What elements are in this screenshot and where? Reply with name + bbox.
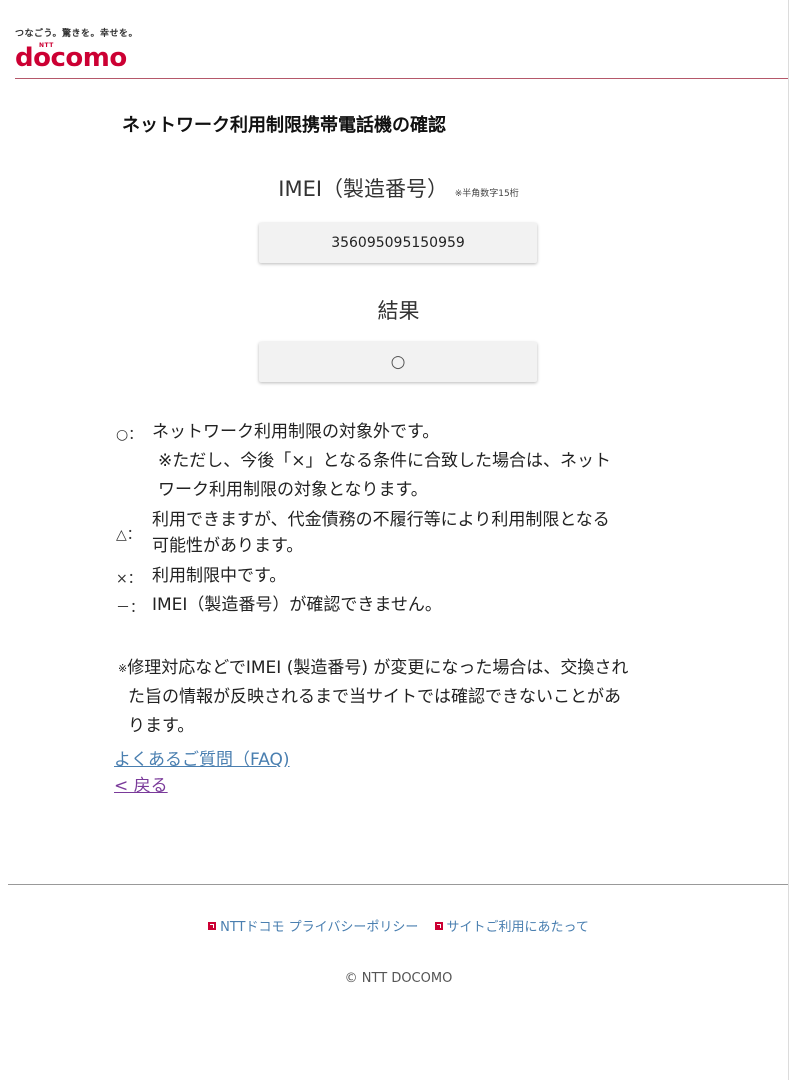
privacy-policy-label: NTTドコモ プライバシーポリシー [220, 920, 419, 935]
legend-ok-line2: ※ただし、今後「×」となる条件に合致した場合は、ネット [158, 451, 611, 471]
copyright: © NTT DOCOMO [344, 971, 453, 986]
imei-label-text: IMEI（製造番号） [278, 177, 449, 201]
footnote-line2: た旨の情報が反映されるまで当サイトでは確認できないことがあ [128, 687, 621, 707]
site-terms-link[interactable]: サイトご利用にあたって [434, 916, 589, 935]
legend-restricted-line1: 利用制限中です。 [152, 566, 287, 586]
footnote-line1: 修理対応などでIMEI (製造番号) が変更になった場合は、交換され [127, 658, 629, 678]
imei-label: IMEI（製造番号） ※半角数字15桁 [0, 173, 797, 203]
result-label: 結果 [377, 299, 420, 323]
legend-warn-line1: 利用できますが、代金債務の不履行等により利用制限となる [152, 510, 610, 530]
arrow-bullet-icon [434, 921, 443, 930]
footer-divider [8, 884, 788, 885]
brand-tagline: つなごう。驚きを。幸せを。 [15, 29, 138, 39]
arrow-bullet-icon [208, 921, 217, 930]
result-value-field: ○ [259, 342, 537, 382]
legend-symbol-ok: ○： [116, 427, 143, 443]
result-value: ○ [390, 352, 406, 372]
legend-symbol-unknown: －： [116, 600, 144, 616]
legend-warn-line2: 可能性があります。 [152, 536, 304, 556]
legend-symbol-warn: △： [116, 527, 141, 543]
imei-change-footnote: ※修理対応などでIMEI (製造番号) が変更になった場合は、交換され た旨の情… [118, 654, 698, 741]
site-header: つなごう。驚きを。幸せを。 NTT docomo [0, 0, 790, 80]
imei-value-field: 356095095150959 [259, 223, 537, 263]
legend-ok-line1: ネットワーク利用制限の対象外です。 [152, 422, 440, 442]
legend-ok-line3: ワーク利用制限の対象となります。 [158, 480, 428, 500]
legend-symbol-restricted: ×： [116, 571, 142, 587]
docomo-logo[interactable]: docomo [15, 43, 127, 73]
footer-links: NTTドコモ プライバシーポリシー サイトご利用にあたって [0, 916, 797, 935]
back-link[interactable]: < 戻る [114, 771, 168, 796]
page-title: ネットワーク利用制限携帯電話機の確認 [122, 115, 446, 136]
header-divider [15, 78, 788, 79]
privacy-policy-link[interactable]: NTTドコモ プライバシーポリシー [208, 916, 418, 935]
faq-link[interactable]: よくあるご質問（FAQ) [114, 745, 290, 770]
site-terms-label: サイトご利用にあたって [446, 920, 589, 935]
footnote-mark: ※ [118, 662, 128, 675]
imei-format-note: ※半角数字15桁 [454, 189, 519, 199]
imei-value: 356095095150959 [331, 235, 465, 251]
legend-unknown-line1: IMEI（製造番号）が確認できません。 [152, 595, 442, 615]
footnote-line3: ります。 [128, 716, 195, 736]
